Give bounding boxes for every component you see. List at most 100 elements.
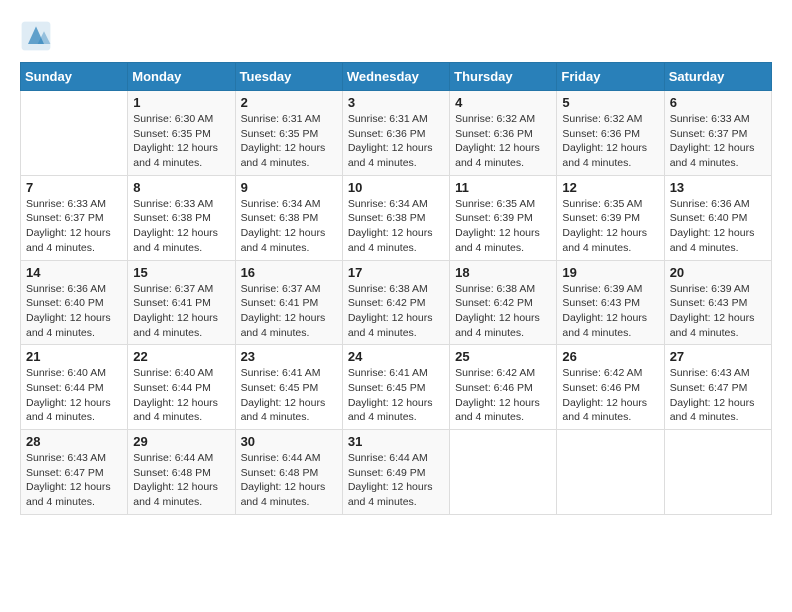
day-daylight: Daylight: 12 hours and 4 minutes. [670,227,755,254]
day-daylight: Daylight: 12 hours and 4 minutes. [348,312,433,339]
day-daylight: Daylight: 12 hours and 4 minutes. [26,312,111,339]
day-sunset: Sunset: 6:47 PM [670,382,748,394]
day-sunset: Sunset: 6:40 PM [26,297,104,309]
day-daylight: Daylight: 12 hours and 4 minutes. [562,227,647,254]
calendar-table: SundayMondayTuesdayWednesdayThursdayFrid… [20,62,772,515]
day-daylight: Daylight: 12 hours and 4 minutes. [455,312,540,339]
day-sunset: Sunset: 6:36 PM [562,128,640,140]
day-number: 17 [348,265,444,280]
header-tuesday: Tuesday [235,63,342,91]
day-sunrise: Sunrise: 6:39 AM [670,283,750,295]
day-sunset: Sunset: 6:45 PM [241,382,319,394]
day-number: 25 [455,349,551,364]
calendar-cell: 13 Sunrise: 6:36 AM Sunset: 6:40 PM Dayl… [664,175,771,260]
calendar-cell: 6 Sunrise: 6:33 AM Sunset: 6:37 PM Dayli… [664,91,771,176]
calendar-week-row: 7 Sunrise: 6:33 AM Sunset: 6:37 PM Dayli… [21,175,772,260]
day-sunrise: Sunrise: 6:43 AM [670,367,750,379]
day-daylight: Daylight: 12 hours and 4 minutes. [348,142,433,169]
logo-icon [20,20,52,52]
calendar-cell: 28 Sunrise: 6:43 AM Sunset: 6:47 PM Dayl… [21,430,128,515]
day-sunset: Sunset: 6:38 PM [348,212,426,224]
calendar-cell: 15 Sunrise: 6:37 AM Sunset: 6:41 PM Dayl… [128,260,235,345]
day-daylight: Daylight: 12 hours and 4 minutes. [455,397,540,424]
day-sunset: Sunset: 6:38 PM [133,212,211,224]
day-number: 1 [133,95,229,110]
calendar-cell: 21 Sunrise: 6:40 AM Sunset: 6:44 PM Dayl… [21,345,128,430]
day-sunrise: Sunrise: 6:43 AM [26,452,106,464]
calendar-cell [664,430,771,515]
day-sunset: Sunset: 6:42 PM [348,297,426,309]
day-sunset: Sunset: 6:48 PM [241,467,319,479]
day-sunrise: Sunrise: 6:32 AM [455,113,535,125]
day-sunrise: Sunrise: 6:38 AM [455,283,535,295]
day-number: 20 [670,265,766,280]
day-number: 26 [562,349,658,364]
calendar-cell: 31 Sunrise: 6:44 AM Sunset: 6:49 PM Dayl… [342,430,449,515]
calendar-cell: 19 Sunrise: 6:39 AM Sunset: 6:43 PM Dayl… [557,260,664,345]
day-daylight: Daylight: 12 hours and 4 minutes. [133,142,218,169]
header-wednesday: Wednesday [342,63,449,91]
calendar-cell: 5 Sunrise: 6:32 AM Sunset: 6:36 PM Dayli… [557,91,664,176]
day-number: 18 [455,265,551,280]
day-sunrise: Sunrise: 6:34 AM [241,198,321,210]
day-sunset: Sunset: 6:41 PM [241,297,319,309]
calendar-cell: 7 Sunrise: 6:33 AM Sunset: 6:37 PM Dayli… [21,175,128,260]
header-friday: Friday [557,63,664,91]
calendar-cell: 16 Sunrise: 6:37 AM Sunset: 6:41 PM Dayl… [235,260,342,345]
day-daylight: Daylight: 12 hours and 4 minutes. [348,481,433,508]
day-sunset: Sunset: 6:43 PM [562,297,640,309]
day-daylight: Daylight: 12 hours and 4 minutes. [133,227,218,254]
header-sunday: Sunday [21,63,128,91]
day-sunset: Sunset: 6:38 PM [241,212,319,224]
day-sunrise: Sunrise: 6:42 AM [562,367,642,379]
calendar-cell: 24 Sunrise: 6:41 AM Sunset: 6:45 PM Dayl… [342,345,449,430]
day-daylight: Daylight: 12 hours and 4 minutes. [241,397,326,424]
day-sunrise: Sunrise: 6:38 AM [348,283,428,295]
day-number: 21 [26,349,122,364]
day-sunset: Sunset: 6:46 PM [562,382,640,394]
day-daylight: Daylight: 12 hours and 4 minutes. [26,481,111,508]
day-sunset: Sunset: 6:44 PM [26,382,104,394]
day-sunrise: Sunrise: 6:44 AM [348,452,428,464]
day-sunset: Sunset: 6:48 PM [133,467,211,479]
day-sunrise: Sunrise: 6:44 AM [241,452,321,464]
day-sunrise: Sunrise: 6:41 AM [348,367,428,379]
day-sunrise: Sunrise: 6:36 AM [670,198,750,210]
day-daylight: Daylight: 12 hours and 4 minutes. [562,142,647,169]
day-daylight: Daylight: 12 hours and 4 minutes. [241,227,326,254]
calendar-cell: 1 Sunrise: 6:30 AM Sunset: 6:35 PM Dayli… [128,91,235,176]
calendar-cell: 9 Sunrise: 6:34 AM Sunset: 6:38 PM Dayli… [235,175,342,260]
day-number: 4 [455,95,551,110]
calendar-cell: 17 Sunrise: 6:38 AM Sunset: 6:42 PM Dayl… [342,260,449,345]
day-daylight: Daylight: 12 hours and 4 minutes. [670,312,755,339]
day-number: 9 [241,180,337,195]
header-thursday: Thursday [450,63,557,91]
day-number: 28 [26,434,122,449]
day-daylight: Daylight: 12 hours and 4 minutes. [241,142,326,169]
day-sunrise: Sunrise: 6:39 AM [562,283,642,295]
day-daylight: Daylight: 12 hours and 4 minutes. [348,397,433,424]
day-sunrise: Sunrise: 6:30 AM [133,113,213,125]
calendar-cell: 18 Sunrise: 6:38 AM Sunset: 6:42 PM Dayl… [450,260,557,345]
calendar-cell: 30 Sunrise: 6:44 AM Sunset: 6:48 PM Dayl… [235,430,342,515]
calendar-cell: 22 Sunrise: 6:40 AM Sunset: 6:44 PM Dayl… [128,345,235,430]
day-number: 14 [26,265,122,280]
calendar-cell: 29 Sunrise: 6:44 AM Sunset: 6:48 PM Dayl… [128,430,235,515]
day-daylight: Daylight: 12 hours and 4 minutes. [133,312,218,339]
day-number: 30 [241,434,337,449]
day-sunrise: Sunrise: 6:35 AM [562,198,642,210]
calendar-cell: 4 Sunrise: 6:32 AM Sunset: 6:36 PM Dayli… [450,91,557,176]
day-daylight: Daylight: 12 hours and 4 minutes. [670,142,755,169]
calendar-cell: 12 Sunrise: 6:35 AM Sunset: 6:39 PM Dayl… [557,175,664,260]
day-sunset: Sunset: 6:37 PM [26,212,104,224]
day-sunrise: Sunrise: 6:42 AM [455,367,535,379]
day-sunrise: Sunrise: 6:31 AM [241,113,321,125]
day-sunrise: Sunrise: 6:41 AM [241,367,321,379]
day-sunrise: Sunrise: 6:34 AM [348,198,428,210]
day-sunset: Sunset: 6:45 PM [348,382,426,394]
day-number: 11 [455,180,551,195]
calendar-cell: 14 Sunrise: 6:36 AM Sunset: 6:40 PM Dayl… [21,260,128,345]
day-daylight: Daylight: 12 hours and 4 minutes. [241,312,326,339]
day-sunset: Sunset: 6:37 PM [670,128,748,140]
header-saturday: Saturday [664,63,771,91]
